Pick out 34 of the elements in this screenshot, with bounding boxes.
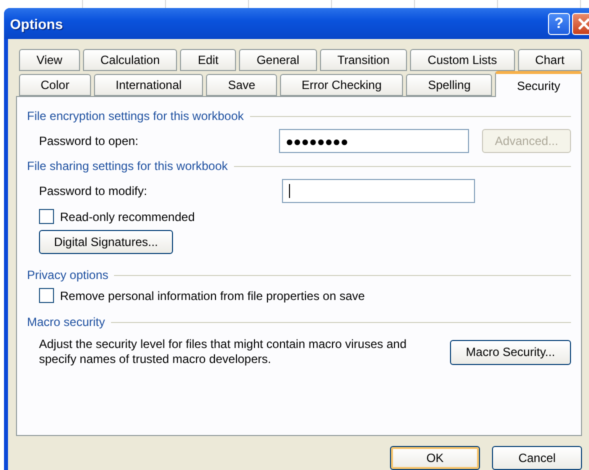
tab[interactable]: General: [239, 49, 317, 71]
tab[interactable]: Spelling: [406, 74, 492, 96]
tab[interactable]: Edit: [180, 49, 236, 71]
checkbox-label: Read-only recommended: [60, 210, 195, 224]
checkbox-label: Remove personal information from file properties on save: [60, 288, 365, 302]
tab[interactable]: Custom Lists: [410, 49, 515, 71]
help-button[interactable]: ?: [548, 12, 570, 34]
section-heading: File encryption settings for this workbook: [27, 109, 244, 123]
section-heading: Privacy options: [27, 268, 108, 282]
tab[interactable]: Calculation: [82, 49, 178, 71]
digital-signatures-button[interactable]: Digital Signatures...: [39, 230, 173, 254]
password-field[interactable]: [282, 179, 475, 203]
tab[interactable]: Security: [495, 71, 582, 97]
field-label: Password to open:: [39, 134, 140, 148]
tab[interactable]: Error Checking: [280, 74, 404, 96]
section-heading: Macro security: [27, 315, 106, 329]
macro-description: Adjust the security level for files that might contain macro viruses and specify names of trusted macro developers.: [39, 337, 408, 367]
tab[interactable]: Color: [19, 74, 91, 96]
window-title: Options: [10, 16, 64, 32]
dialog-button[interactable]: OK: [390, 446, 480, 470]
macro-security-button[interactable]: Macro Security...: [450, 340, 571, 364]
field-label: Password to modify:: [39, 184, 148, 198]
checkbox[interactable]: [39, 288, 54, 303]
tab[interactable]: Save: [206, 74, 277, 96]
section-heading: File sharing settings for this workbook: [27, 159, 228, 173]
tab[interactable]: View: [19, 49, 80, 71]
close-icon: [576, 16, 589, 30]
tab[interactable]: Chart: [518, 49, 582, 71]
tab[interactable]: Transition: [320, 49, 408, 71]
dialog-button[interactable]: Cancel: [492, 446, 582, 470]
tab[interactable]: International: [94, 74, 204, 96]
close-button[interactable]: [572, 12, 589, 34]
checkbox[interactable]: [39, 209, 54, 224]
password-field[interactable]: ●●●●●●●●: [278, 129, 470, 153]
